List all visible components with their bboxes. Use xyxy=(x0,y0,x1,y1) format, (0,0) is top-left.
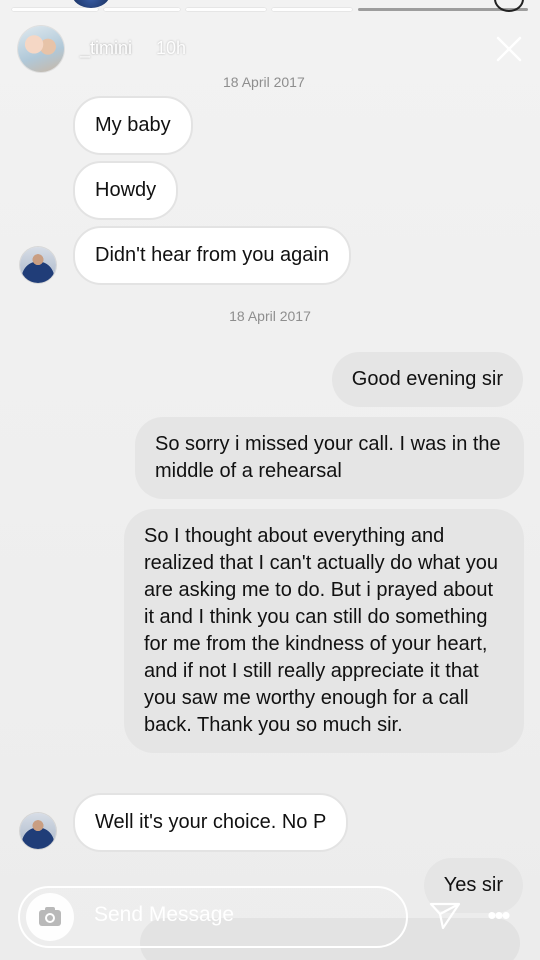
story-avatar-cut xyxy=(72,0,110,8)
message-composer xyxy=(18,886,408,948)
close-icon xyxy=(496,36,522,62)
story-progress-bar xyxy=(272,8,352,11)
message-bubble-received: Well it's your choice. No P xyxy=(73,793,349,852)
message-bubble-received: My baby xyxy=(73,96,193,155)
message-bubble-sent: Good evening sir xyxy=(331,352,523,407)
message-input[interactable] xyxy=(92,902,396,928)
message-bubble-sent: So sorry i missed your call. I was in th… xyxy=(135,417,524,499)
story-progress-bar xyxy=(104,8,180,11)
message-bubble-received: Didn't hear from you again xyxy=(73,226,351,285)
close-button[interactable] xyxy=(494,34,524,64)
avatar[interactable] xyxy=(20,247,56,283)
message-bubble-sent: So I thought about everything and realiz… xyxy=(124,509,524,753)
camera-button[interactable] xyxy=(26,893,74,941)
time-ago: 10h xyxy=(156,38,187,58)
story-progress-bars xyxy=(0,0,540,18)
date-separator: 18 April 2017 xyxy=(229,308,311,324)
avatar[interactable] xyxy=(18,26,64,72)
story-progress-bar xyxy=(186,8,266,11)
story-header: _timini 10h 18 April 2017 xyxy=(0,22,540,90)
message-bubble-received: Howdy xyxy=(73,161,179,220)
send-icon[interactable] xyxy=(428,898,462,932)
story-screen: _timini 10h 18 April 2017 My baby Howdy … xyxy=(0,0,540,960)
username[interactable]: _timini xyxy=(80,38,132,59)
date-separator: 18 April 2017 xyxy=(223,74,305,90)
story-progress-bar xyxy=(12,8,98,11)
camera-icon xyxy=(39,907,61,926)
more-icon[interactable]: ••• xyxy=(484,900,512,930)
avatar[interactable] xyxy=(20,813,56,849)
